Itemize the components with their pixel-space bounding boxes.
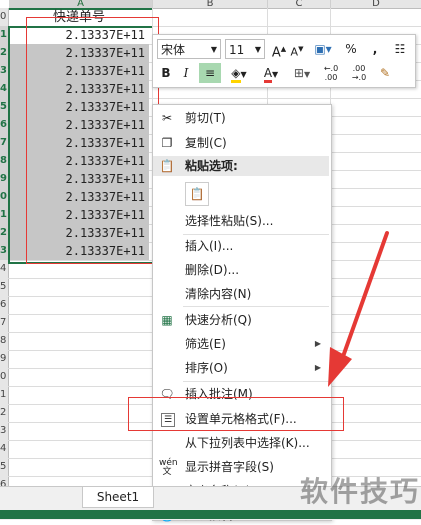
- menu-item-cut[interactable]: ✂ 剪切(T): [153, 108, 329, 128]
- comma-icon: ,: [372, 42, 378, 56]
- menu-item-label: 粘贴选项:: [185, 159, 238, 173]
- center-align-button[interactable]: ≡: [199, 63, 221, 83]
- menu-item-label: 剪切(T): [185, 111, 226, 125]
- format-painter-button[interactable]: ✎: [375, 63, 395, 83]
- column-header-b[interactable]: B: [153, 0, 268, 9]
- clipboard-icon: 📋: [159, 159, 175, 173]
- fill-color-button[interactable]: ◈▼: [225, 63, 253, 83]
- menu-item-pick-from-list[interactable]: 从下拉列表中选择(K)...: [153, 433, 329, 453]
- increase-font-size-button[interactable]: A▲: [271, 39, 287, 61]
- row-header[interactable]: 0: [0, 8, 9, 27]
- row-header[interactable]: 5: [0, 458, 9, 477]
- comma-style-button[interactable]: ,: [367, 39, 383, 59]
- menu-item-label: 清除内容(N): [185, 287, 252, 301]
- percent-style-button[interactable]: %: [343, 39, 359, 59]
- watermark-text: 软件技巧: [300, 475, 421, 508]
- decrease-decimal-button[interactable]: .00 →.0: [347, 63, 371, 84]
- menu-item-label: 显示拼音字段(S): [185, 460, 274, 474]
- menu-item-label: 删除(D)...: [185, 263, 240, 277]
- status-bar: [0, 510, 421, 519]
- paint-bucket-icon: ◈: [231, 66, 241, 83]
- menu-item-label: 复制(C): [185, 136, 227, 150]
- font-size-value: 11: [229, 43, 245, 57]
- decrease-font-size-button[interactable]: A▼: [289, 39, 305, 59]
- red-arrow-icon: [328, 231, 389, 387]
- italic-button[interactable]: I: [177, 63, 195, 83]
- highlight-box-column: [26, 17, 159, 264]
- format-painter-table-button[interactable]: ☷: [391, 39, 409, 59]
- increase-font-icon: A: [271, 45, 281, 61]
- column-header-d[interactable]: D: [331, 0, 421, 9]
- row-header[interactable]: 9: [0, 350, 9, 369]
- row-header[interactable]: 5: [0, 278, 9, 297]
- font-size-select[interactable]: 11 ▼: [225, 39, 265, 59]
- menu-item-paste-options: 📋 粘贴选项:: [153, 156, 329, 176]
- menu-item-label: 快速分析(Q): [185, 313, 252, 327]
- menu-item-label: 筛选(E): [185, 337, 226, 351]
- highlight-box-format-cells: [128, 397, 344, 431]
- bold-icon: B: [161, 66, 171, 80]
- row-header[interactable]: 3: [0, 422, 9, 441]
- row-header[interactable]: 4: [0, 440, 9, 459]
- paste-option-buttons: 📋: [153, 180, 329, 208]
- menu-item-label: 排序(O): [185, 361, 228, 375]
- phonetic-icon: wén 文: [159, 458, 178, 477]
- accounting-format-icon: ▣▾: [314, 42, 332, 56]
- menu-item-label: 从下拉列表中选择(K)...: [185, 436, 310, 450]
- font-name-value: 宋体: [161, 43, 186, 57]
- paste-icon[interactable]: 📋: [185, 182, 209, 206]
- font-color-button[interactable]: A▼: [257, 63, 285, 83]
- chevron-down-icon: ▼: [210, 45, 217, 54]
- percent-icon: %: [345, 42, 357, 56]
- paintbrush-icon: ✎: [379, 66, 391, 80]
- menu-item-label: 插入(I)...: [185, 239, 234, 253]
- chevron-down-icon: ▼: [303, 70, 311, 79]
- column-header-c[interactable]: C: [268, 0, 331, 9]
- mini-toolbar: 宋体 ▼ 11 ▼ A▲ A▼ ▣▾ % , ☷ B I ≡ ◈▼ A▼ ⊞▼ …: [152, 34, 416, 88]
- italic-icon: I: [183, 66, 189, 80]
- quick-analysis-icon: ▦: [161, 313, 173, 327]
- row-header[interactable]: 8: [0, 332, 9, 351]
- row-header[interactable]: 0: [0, 368, 9, 387]
- chevron-down-icon: ▼: [272, 70, 279, 79]
- sheet-tab-sheet1[interactable]: Sheet1: [82, 487, 154, 508]
- decrease-decimal-icon: .00 →.0: [351, 64, 367, 82]
- row-header[interactable]: 1: [0, 386, 9, 405]
- scissors-icon: ✂: [161, 111, 173, 125]
- row-header[interactable]: 6: [0, 296, 9, 315]
- font-name-select[interactable]: 宋体 ▼: [157, 39, 221, 59]
- borders-button[interactable]: ⊞▼: [289, 63, 315, 83]
- row-header[interactable]: 7: [0, 314, 9, 333]
- copy-icon: ❐: [161, 136, 173, 150]
- menu-item-label: 选择性粘贴(S)...: [185, 214, 274, 228]
- align-center-icon: ≡: [204, 66, 216, 80]
- number-format-button[interactable]: ▣▾: [309, 39, 337, 59]
- bold-button[interactable]: B: [157, 63, 175, 83]
- decrease-font-icon: A: [290, 45, 299, 59]
- row-header[interactable]: 2: [0, 404, 9, 423]
- table-format-icon: ☷: [394, 42, 406, 56]
- increase-decimal-icon: ←.0 .00: [323, 64, 339, 82]
- increase-decimal-button[interactable]: ←.0 .00: [319, 63, 343, 84]
- font-color-icon: A: [263, 66, 273, 83]
- menu-item-copy[interactable]: ❐ 复制(C): [153, 133, 329, 153]
- borders-icon: ⊞: [293, 66, 304, 80]
- chevron-down-icon: ▼: [254, 45, 261, 54]
- chevron-down-icon: ▼: [240, 70, 247, 79]
